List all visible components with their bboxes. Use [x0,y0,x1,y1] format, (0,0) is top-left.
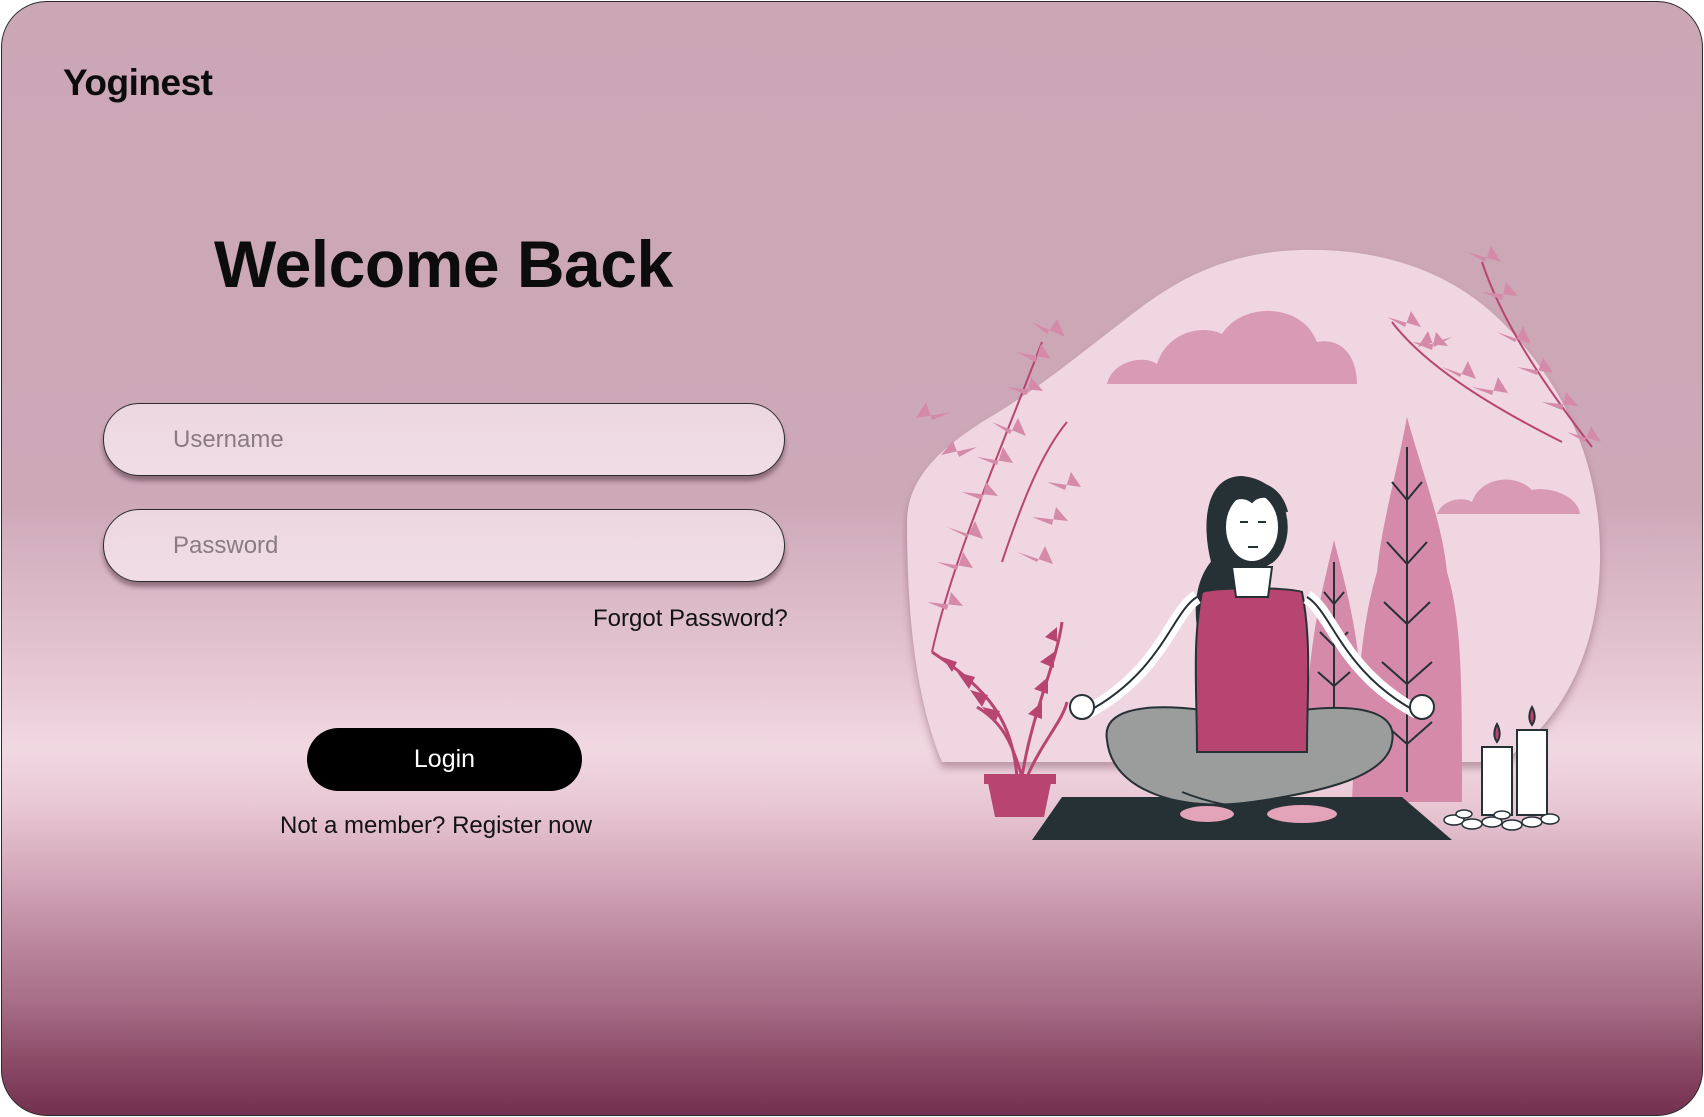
password-field-wrapper [103,509,785,582]
meditating-woman-illustration [907,246,1601,840]
username-field-wrapper [103,403,785,476]
app-window: Yoginest Welcome Back Forgot Password? L… [1,1,1703,1116]
page-title: Welcome Back [214,227,673,301]
password-input[interactable] [104,510,784,581]
username-input[interactable] [104,404,784,475]
register-link[interactable]: Not a member? Register now [280,812,592,840]
forgot-password-link[interactable]: Forgot Password? [593,605,788,633]
login-button[interactable]: Login [307,728,582,791]
brand-logo[interactable]: Yoginest [63,62,213,104]
